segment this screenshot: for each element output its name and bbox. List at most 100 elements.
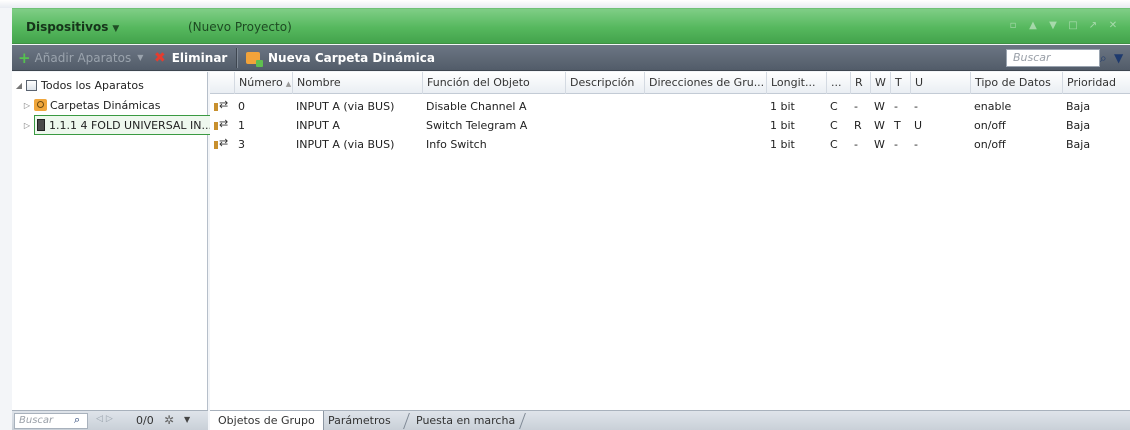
cell-function: Info Switch <box>426 138 487 151</box>
filter-icon[interactable]: ▼ <box>1114 49 1126 67</box>
cell-name: INPUT A (via BUS) <box>296 138 395 151</box>
toolbar: + Añadir Aparatos ▼ ✖ Eliminar Nueva Car… <box>12 45 1130 71</box>
cell-t: - <box>894 138 898 151</box>
cell-c: C <box>830 119 838 132</box>
cell-length: 1 bit <box>770 138 795 151</box>
chevron-down-icon[interactable]: ▼ <box>137 49 143 67</box>
dynamic-folder-icon <box>246 52 263 67</box>
cell-c: C <box>830 138 838 151</box>
tree-item-label: 1.1.1 4 FOLD UNIVERSAL IN... <box>49 118 213 132</box>
header-c[interactable]: ... <box>826 72 850 94</box>
restore-icon[interactable]: ▫ <box>1006 20 1020 32</box>
chevron-down-icon[interactable]: ▼ <box>184 415 190 424</box>
header-data-type[interactable]: Tipo de Datos <box>970 72 1062 94</box>
header-number[interactable]: Número ▲ <box>234 72 292 94</box>
cell-group-addresses <box>644 98 766 116</box>
panel-title-label: Dispositivos <box>26 20 109 34</box>
cell-name: INPUT A <box>296 119 340 132</box>
group-object-icon: ⇄ <box>214 98 228 112</box>
cell-description <box>565 98 644 116</box>
project-name: (Nuevo Proyecto) <box>188 20 292 34</box>
tree-item-device[interactable]: ▷ 1.1.1 4 FOLD UNIVERSAL IN... <box>20 115 218 135</box>
cell-u: - <box>914 138 918 151</box>
new-dynamic-folder-button[interactable]: Nueva Carpeta Dinámica <box>246 49 435 67</box>
cell-u: U <box>914 119 923 132</box>
header-icon-col <box>210 72 234 94</box>
result-count: 0/0 <box>136 414 154 427</box>
cell-u: - <box>914 100 918 113</box>
header-group-addresses[interactable]: Direcciones de Gru... <box>644 72 766 94</box>
plus-icon: + <box>18 49 31 67</box>
tree-item-label: Carpetas Dinámicas <box>50 98 161 112</box>
header-description[interactable]: Descripción <box>565 72 644 94</box>
header-t[interactable]: T <box>890 72 910 94</box>
table-row[interactable]: ⇄ 1 INPUT A Switch Telegram A 1 bit C R … <box>210 117 1130 135</box>
tab-commissioning[interactable]: Puesta en marcha <box>408 411 523 430</box>
cell-data-type: on/off <box>974 119 1006 132</box>
cell-r: - <box>854 138 858 151</box>
delete-icon: ✖ <box>154 50 166 66</box>
add-devices-button[interactable]: + Añadir Aparatos ▼ <box>18 49 143 67</box>
search-icon[interactable]: ⌕ <box>74 413 80 427</box>
sort-up-icon: ▲ <box>285 80 292 88</box>
collapse-arrow-icon[interactable]: ◢ <box>12 81 26 90</box>
cell-description <box>565 117 644 135</box>
gear-icon[interactable]: ✲ <box>164 413 174 427</box>
search-input[interactable]: Buscar <box>1006 49 1100 67</box>
header-function[interactable]: Función del Objeto <box>422 72 565 94</box>
tab-parameters[interactable]: Parámetros <box>320 411 399 430</box>
cell-t: - <box>894 100 898 113</box>
cell-t: T <box>894 119 901 132</box>
expand-arrow-icon[interactable]: ▷ <box>20 101 34 110</box>
cell-length: 1 bit <box>770 100 795 113</box>
table-row[interactable]: ⇄ 3 INPUT A (via BUS) Info Switch 1 bit … <box>210 136 1130 154</box>
search-icon[interactable]: ⌕ <box>1100 49 1112 67</box>
cell-number: 1 <box>238 119 245 132</box>
cell-function: Switch Telegram A <box>426 119 528 132</box>
panel-title-bar: Dispositivos ▼ (Nuevo Proyecto) ▫ ▲ ▼ □ ↗… <box>12 8 1130 44</box>
pin-icon[interactable]: ↗ <box>1086 20 1100 32</box>
window-controls: ▫ ▲ ▼ □ ↗ ✕ <box>1006 20 1120 32</box>
panel-title[interactable]: Dispositivos ▼ <box>26 20 119 34</box>
header-name[interactable]: Nombre <box>292 72 422 94</box>
cell-priority: Baja <box>1066 100 1091 113</box>
scroll-up-icon[interactable]: ▲ <box>1026 20 1040 32</box>
cell-data-type: enable <box>974 100 1012 113</box>
header-u[interactable]: U <box>910 72 970 94</box>
bottom-tabs: Objetos de Grupo Parámetros Puesta en ma… <box>210 410 1130 430</box>
tab-group-objects[interactable]: Objetos de Grupo <box>210 411 324 430</box>
cell-function: Disable Channel A <box>426 100 527 113</box>
table-row[interactable]: ⇄ 0 INPUT A (via BUS) Disable Channel A … <box>210 98 1130 116</box>
close-icon[interactable]: ✕ <box>1106 20 1120 32</box>
delete-label: Eliminar <box>171 51 228 65</box>
cell-length: 1 bit <box>770 119 795 132</box>
tree-item-dynamic-folders[interactable]: ▷ Carpetas Dinámicas <box>20 96 161 114</box>
device-icon <box>37 119 45 131</box>
pager-arrows[interactable]: ◁▷ <box>96 414 116 424</box>
header-r[interactable]: R <box>850 72 870 94</box>
scroll-down-icon[interactable]: ▼ <box>1046 20 1060 32</box>
devices-icon <box>26 79 37 91</box>
chevron-down-icon[interactable]: ▼ <box>112 24 119 34</box>
new-dynamic-folder-label: Nueva Carpeta Dinámica <box>268 51 435 65</box>
cell-r: R <box>854 119 862 132</box>
cell-group-addresses <box>644 136 766 154</box>
delete-button[interactable]: ✖ Eliminar <box>154 49 227 67</box>
cell-c: C <box>830 100 838 113</box>
cell-priority: Baja <box>1066 138 1091 151</box>
selected-device[interactable]: 1.1.1 4 FOLD UNIVERSAL IN... <box>34 115 218 135</box>
header-priority[interactable]: Prioridad <box>1062 72 1130 94</box>
header-length[interactable]: Longit... <box>766 72 826 94</box>
maximize-icon[interactable]: □ <box>1066 20 1080 32</box>
cell-group-addresses <box>644 117 766 135</box>
header-w[interactable]: W <box>870 72 890 94</box>
group-object-icon: ⇄ <box>214 117 228 131</box>
expand-arrow-icon[interactable]: ▷ <box>20 121 34 130</box>
group-object-icon: ⇄ <box>214 136 228 150</box>
dynamic-folder-icon <box>34 99 47 111</box>
tree-footer: Buscar ⌕ ◁▷ 0/0 ✲ ▼ <box>12 410 208 430</box>
cell-name: INPUT A (via BUS) <box>296 100 395 113</box>
cell-number: 3 <box>238 138 245 151</box>
cell-w: W <box>874 138 885 151</box>
tree-item-all-devices[interactable]: ◢ Todos los Aparatos <box>12 76 144 94</box>
